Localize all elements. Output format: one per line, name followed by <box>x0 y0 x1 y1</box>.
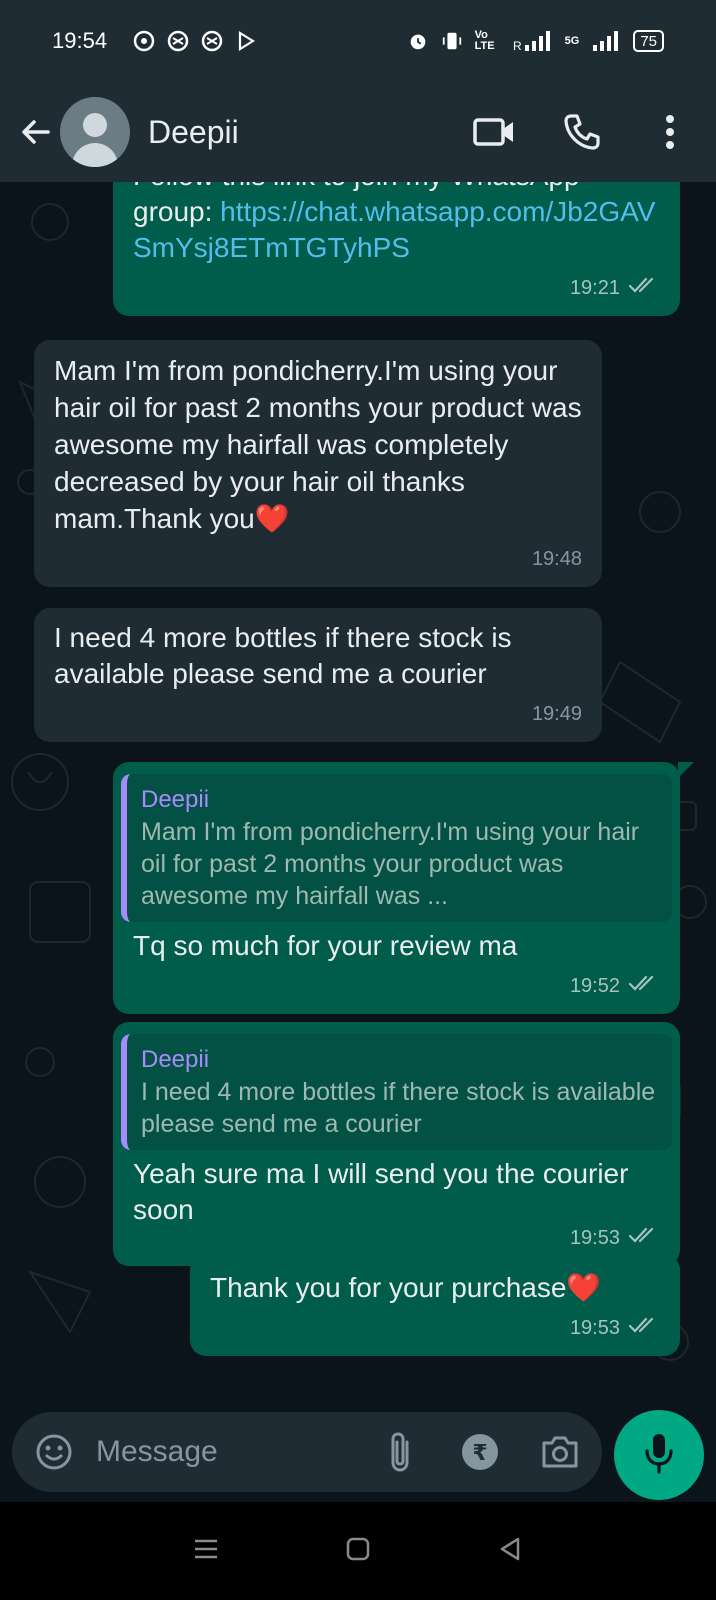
read-ticks-icon <box>628 1310 660 1346</box>
signal-icon <box>591 30 621 52</box>
message-meta: 19:53 <box>210 1310 660 1346</box>
notification-app-icon <box>167 30 189 52</box>
quoted-author: Deepii <box>141 1046 210 1073</box>
notification-icons <box>133 30 257 52</box>
status-time: 19:54 <box>52 28 108 53</box>
message-outgoing[interactable]: Follow this link to join my WhatsApp gro… <box>113 182 680 316</box>
message-outgoing[interactable]: Deepii Mam I'm from pondicherry.I'm usin… <box>113 762 694 1014</box>
video-call-icon[interactable] <box>472 110 516 154</box>
quoted-text: I need 4 more bottles if there stock is … <box>141 1078 656 1138</box>
message-outgoing[interactable]: Deepii I need 4 more bottles if there st… <box>113 1022 680 1266</box>
message-text: Yeah sure ma I will send you the courier… <box>133 1158 629 1225</box>
read-ticks-icon <box>628 1220 660 1256</box>
composer-actions: ₹ <box>378 1430 582 1474</box>
phone-icon[interactable] <box>560 110 604 154</box>
more-vert-icon[interactable] <box>648 110 692 154</box>
emoji-icon[interactable] <box>32 1430 76 1474</box>
notification-app-icon <box>201 30 223 52</box>
svg-text:R: R <box>513 39 522 52</box>
alarm-icon <box>407 30 429 52</box>
battery-indicator: 75 <box>633 30 664 52</box>
chat-area[interactable]: Follow this link to join my WhatsApp gro… <box>0 182 716 1402</box>
system-nav-bar <box>0 1502 716 1600</box>
header-actions <box>472 110 692 154</box>
message-time: 19:48 <box>531 548 582 570</box>
message-incoming[interactable]: Mam I'm from pondicherry.I'm using your … <box>34 340 602 587</box>
message-time: 19:21 <box>569 277 620 299</box>
attach-icon[interactable] <box>378 1430 422 1474</box>
message-text: Tq so much for your review ma <box>133 930 518 961</box>
message-meta: 19:49 <box>54 696 582 732</box>
message-incoming[interactable]: I need 4 more bottles if there stock is … <box>34 608 602 742</box>
avatar[interactable] <box>60 97 130 167</box>
mic-icon <box>642 1431 676 1480</box>
system-icons: Vo LTE R 5G 75 <box>407 30 664 52</box>
camera-icon[interactable] <box>538 1430 582 1474</box>
message-text: Follow this link to join my WhatsApp gro… <box>133 182 656 263</box>
message-text: Mam I'm from pondicherry.I'm using your … <box>54 355 582 534</box>
message-text: Thank you for your purchase❤️ <box>210 1272 602 1303</box>
message-meta: 19:53 <box>133 1220 660 1256</box>
message-meta: 19:52 <box>133 968 660 1004</box>
quoted-text: Mam I'm from pondicherry.I'm using your … <box>141 818 640 910</box>
contact-name[interactable]: Deepii <box>148 114 239 151</box>
read-ticks-icon <box>628 968 660 1004</box>
signal-icon: R <box>513 30 553 52</box>
svg-text:₹: ₹ <box>472 1441 487 1466</box>
home-icon[interactable] <box>344 1535 372 1568</box>
notification-app-icon <box>133 30 155 52</box>
message-input[interactable] <box>96 1435 336 1469</box>
heart-emoji: ❤️ <box>254 503 290 534</box>
quoted-author: Deepii <box>141 786 210 813</box>
rupee-payment-icon[interactable]: ₹ <box>458 1430 502 1474</box>
message-time: 19:52 <box>569 975 620 997</box>
status-bar: 19:54 Vo LTE R 5G 75 <box>0 0 716 82</box>
message-time: 19:53 <box>569 1317 620 1339</box>
network-5g-label: 5G <box>564 34 580 47</box>
play-store-icon <box>235 30 257 52</box>
message-meta: 19:21 <box>133 270 660 306</box>
recent-apps-icon[interactable] <box>192 1535 220 1568</box>
heart-emoji: ❤️ <box>566 1272 602 1303</box>
vibrate-icon <box>441 30 463 52</box>
volte-label: Vo LTE <box>474 29 495 52</box>
back-nav-icon[interactable] <box>496 1535 524 1568</box>
quoted-message[interactable]: Deepii I need 4 more bottles if there st… <box>121 1034 672 1150</box>
message-outgoing[interactable]: Thank you for your purchase❤️ 19:53 <box>190 1254 680 1356</box>
quoted-message[interactable]: Deepii Mam I'm from pondicherry.I'm usin… <box>121 774 672 922</box>
message-box[interactable]: ₹ <box>12 1412 602 1492</box>
composer: ₹ <box>0 1402 716 1502</box>
mic-button[interactable] <box>614 1410 704 1500</box>
chat-header: Deepii <box>0 82 716 182</box>
message-text: I need 4 more bottles if there stock is … <box>54 622 512 689</box>
read-ticks-icon <box>628 270 660 306</box>
back-arrow-icon[interactable] <box>16 112 56 152</box>
message-time: 19:49 <box>531 703 582 725</box>
message-meta: 19:48 <box>54 541 582 577</box>
message-time: 19:53 <box>569 1227 620 1249</box>
